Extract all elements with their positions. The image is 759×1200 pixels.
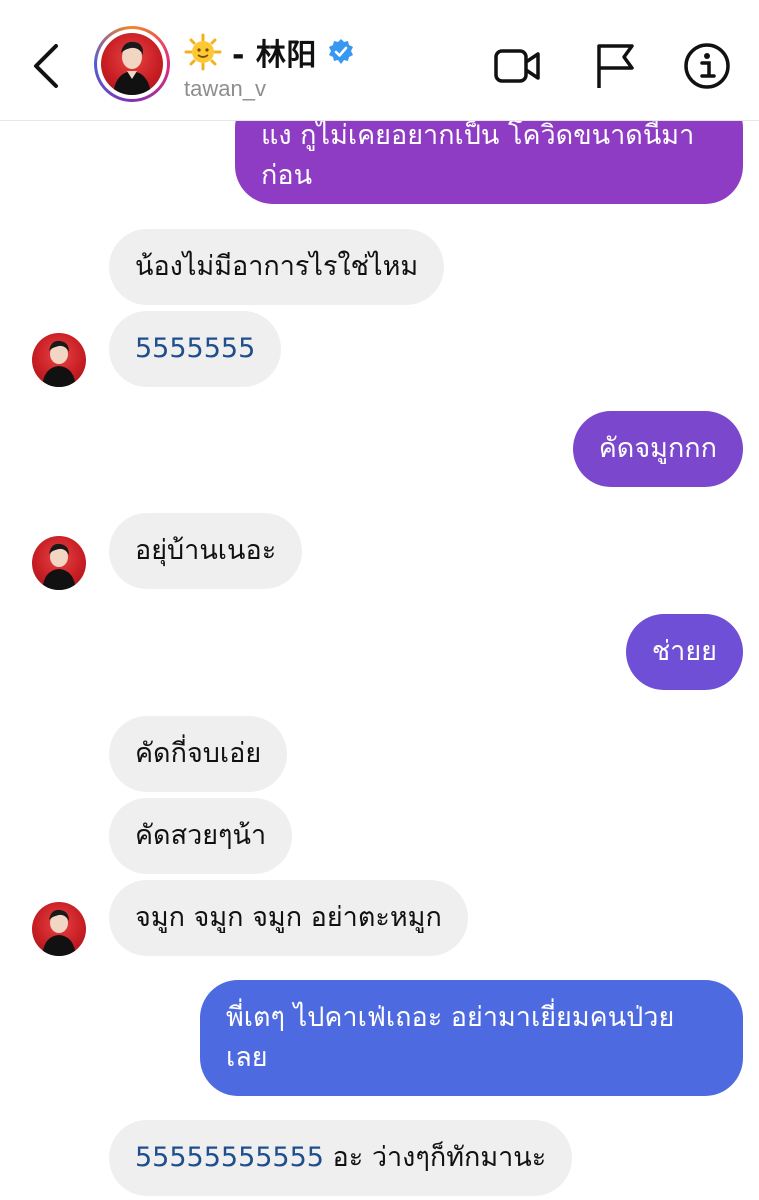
message-bubble-received[interactable]: น้องไม่มีอาการไรใช่ไหม: [109, 229, 445, 305]
message-bubble-received[interactable]: จมูก จมูก จมูก อย่าตะหมูก: [109, 880, 468, 956]
message-bubble-received[interactable]: อยุ่บ้านเนอะ: [109, 513, 303, 589]
contact-info[interactable]: - 林阳 tawan_v: [184, 30, 355, 102]
message-text: อะ ว่างๆก็ทักมานะ: [323, 1142, 547, 1173]
flag-icon[interactable]: [590, 40, 642, 92]
contact-name: - 林阳: [232, 38, 317, 73]
chat-header: - 林阳 tawan_v: [0, 0, 759, 121]
contact-username: tawan_v: [184, 76, 266, 101]
message-bubble-sent[interactable]: พี่เตๆ ไปคาเฟ่เถอะ อย่ามาเยี่ยมคนป่วย เล…: [200, 980, 743, 1096]
message-bubble-received[interactable]: 5555555: [109, 311, 282, 387]
back-icon[interactable]: [28, 38, 68, 94]
message-bubble-received[interactable]: 55555555555 อะ ว่างๆก็ทักมานะ: [109, 1120, 573, 1196]
info-icon[interactable]: [681, 40, 733, 92]
message-bubble-received[interactable]: คัดกี่จบเอ่ย: [109, 716, 288, 792]
sender-avatar[interactable]: [32, 333, 86, 387]
laugh-number: 55555555555: [135, 1142, 324, 1173]
message-bubble-sent[interactable]: ช่ายย: [625, 614, 743, 690]
message-bubble-sent[interactable]: คัดจมูกกก: [572, 411, 743, 487]
sender-avatar[interactable]: [32, 902, 86, 956]
video-call-icon[interactable]: [492, 40, 544, 92]
message-bubble-received[interactable]: คัดสวยๆน้า: [109, 798, 293, 874]
avatar[interactable]: [94, 26, 170, 102]
verified-icon: [328, 39, 353, 64]
sun-emoji-icon: [184, 33, 222, 71]
sender-avatar[interactable]: [32, 536, 86, 590]
